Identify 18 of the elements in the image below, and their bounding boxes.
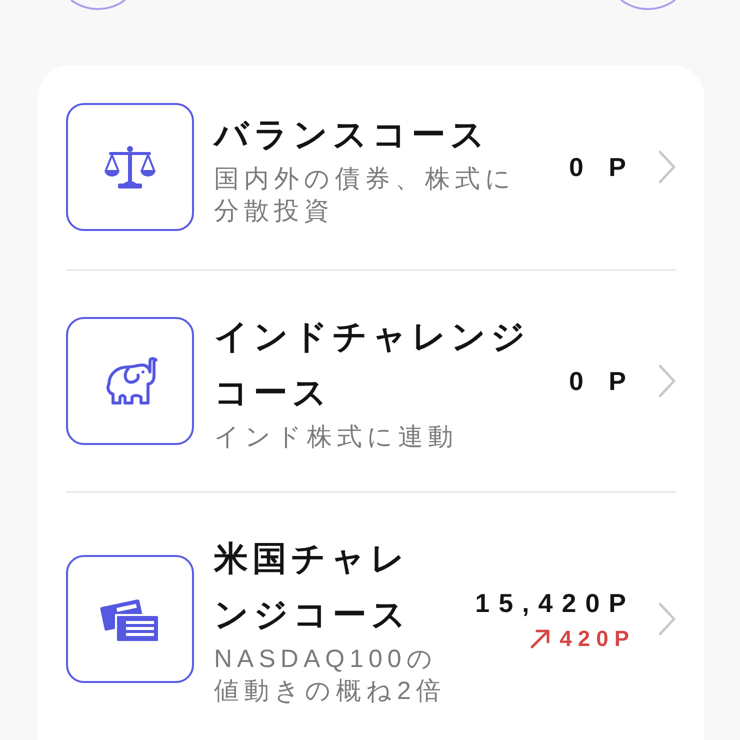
scale-icon: [66, 103, 194, 231]
points-change: 420P: [560, 625, 635, 653]
cards-icon: [66, 555, 194, 683]
elephant-icon: [66, 317, 194, 445]
chevron-right-icon[interactable]: [658, 150, 676, 184]
course-description: 国内外の債券、株式に分散投資: [214, 164, 517, 227]
chevron-right-icon[interactable]: [658, 364, 676, 398]
points-value: 15,420P: [475, 587, 635, 620]
course-title: バランスコース: [214, 115, 490, 156]
course-title: 米国チャレンジコース: [214, 539, 412, 636]
circle-outline-icon[interactable]: [620, 0, 676, 10]
course-description: インド株式に連動: [214, 422, 459, 453]
course-title: インドチャレンジコース: [214, 317, 531, 414]
points-value: 0 P: [568, 151, 635, 184]
points-value: 0 P: [568, 365, 635, 398]
chevron-right-icon[interactable]: [658, 602, 676, 636]
circle-outline-icon[interactable]: [70, 0, 126, 10]
course-description: NASDAQ100の値動きの概ね2倍: [214, 644, 447, 707]
